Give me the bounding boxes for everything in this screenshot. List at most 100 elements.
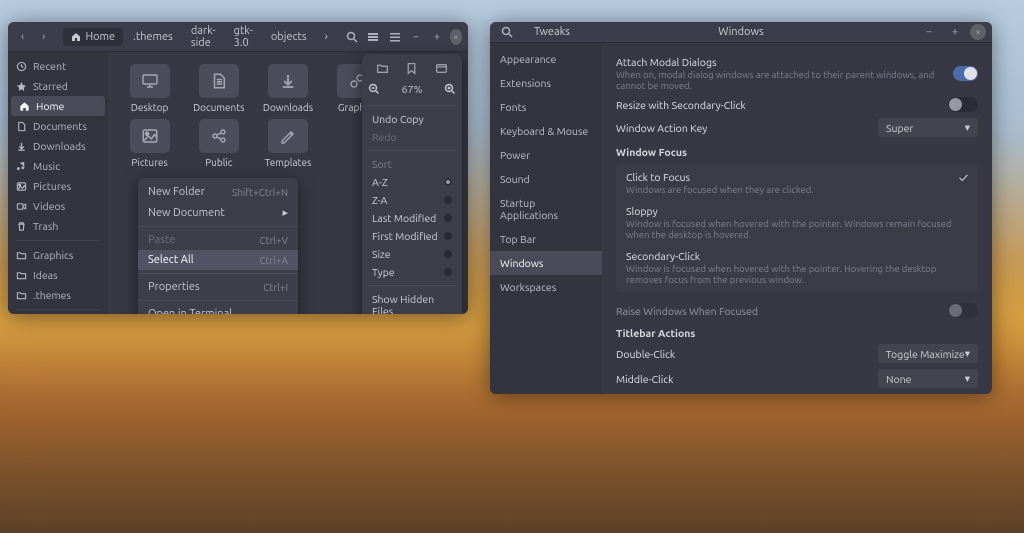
menu-shortcut: Shift+Ctrl+N [232, 187, 288, 198]
sidebar-item-downloads[interactable]: Downloads [8, 136, 108, 156]
radio-icon [444, 178, 452, 186]
double-click-label: Double-Click [616, 348, 675, 360]
tweaks-sidebar-workspaces[interactable]: Workspaces [490, 275, 602, 299]
sidebar-item-home[interactable]: Home [11, 96, 105, 116]
tweaks-sidebar-appearance[interactable]: Appearance [490, 47, 602, 71]
sort-a-z[interactable]: A-Z [368, 173, 456, 191]
sidebar-item-label: Documents [33, 120, 87, 132]
menu-open-in-terminal[interactable]: Open in Terminal [138, 304, 298, 314]
breadcrumb-segment[interactable]: objects [263, 28, 315, 46]
sort-z-a[interactable]: Z-A [368, 191, 456, 209]
sidebar-item-label: Downloads [33, 140, 86, 152]
sidebar-item-label: Pictures [33, 180, 71, 192]
tweaks-sidebar-top-bar[interactable]: Top Bar [490, 227, 602, 251]
search-icon[interactable] [496, 22, 518, 42]
tweaks-sidebar-sound[interactable]: Sound [490, 167, 602, 191]
sort-last-modified[interactable]: Last Modified [368, 209, 456, 227]
sidebar-item-pictures[interactable]: Pictures [8, 176, 108, 196]
radio-icon [444, 250, 452, 258]
breadcrumb: Home.themesdark-sidegtk-3.0objects› [63, 22, 335, 52]
folder-templates[interactable]: Templates [254, 119, 321, 168]
tweaks-sidebar-fonts[interactable]: Fonts [490, 95, 602, 119]
menu-new-document[interactable]: New Document▸ [138, 202, 298, 223]
sidebar-item-starred[interactable]: Starred [8, 76, 108, 96]
view-toggle-icon[interactable] [365, 27, 382, 47]
bookmark-icon[interactable] [405, 62, 418, 75]
tweaks-sidebar-windows[interactable]: Windows [490, 251, 602, 275]
folder-public[interactable]: Public [185, 119, 252, 168]
sort-size[interactable]: Size [368, 245, 456, 263]
template-icon [268, 119, 308, 153]
double-click-combo[interactable]: Toggle Maximize▾ [878, 344, 978, 363]
forward-button[interactable]: › [35, 27, 52, 47]
tweaks-sidebar-keyboard-mouse[interactable]: Keyboard & Mouse [490, 119, 602, 143]
focus-option-sloppy[interactable]: SloppyWindow is focused when hovered wit… [616, 200, 978, 245]
maximize-button[interactable]: + [428, 27, 445, 47]
menu-shortcut: Ctrl+V [260, 235, 288, 246]
undo-item[interactable]: Undo Copy [368, 110, 456, 128]
zoom-out-icon[interactable] [368, 83, 380, 95]
sort-heading: Sort [368, 155, 456, 173]
raise-windows-toggle[interactable] [948, 303, 978, 318]
chevron-down-icon: ▾ [965, 347, 970, 360]
tweaks-sidebar-extensions[interactable]: Extensions [490, 71, 602, 95]
focus-desc: Window is focused when hovered with the … [626, 218, 968, 240]
new-tab-icon[interactable] [435, 62, 448, 75]
breadcrumb-segment[interactable]: Home [63, 28, 123, 46]
folder-downloads[interactable]: Downloads [254, 64, 321, 113]
folder-label: Templates [265, 157, 312, 168]
close-button[interactable]: × [450, 29, 462, 45]
down-icon [268, 64, 308, 98]
sidebar-item-music[interactable]: Music [8, 156, 108, 176]
maximize-button[interactable]: + [944, 22, 966, 42]
middle-click-combo[interactable]: None▾ [878, 369, 978, 388]
sidebar-item-label: Videos [33, 200, 65, 212]
attach-modal-toggle[interactable] [953, 66, 978, 81]
sidebar-item-graphics[interactable]: Graphics [8, 245, 108, 265]
folder-label: Public [205, 157, 232, 168]
breadcrumb-segment[interactable]: .themes [125, 28, 181, 46]
doc-icon [199, 64, 239, 98]
menu-new-folder[interactable]: New FolderShift+Ctrl+N [138, 182, 298, 202]
zoom-in-icon[interactable] [444, 83, 456, 95]
files-window: ‹ › Home.themesdark-sidegtk-3.0objects› … [8, 22, 468, 314]
sidebar-item-trash[interactable]: Trash [8, 216, 108, 236]
breadcrumb-segment[interactable]: dark-side [183, 22, 224, 52]
attach-modal-title: Attach Modal Dialogs [616, 56, 953, 68]
sidebar-item--themes[interactable]: .themes [8, 285, 108, 305]
search-icon[interactable] [344, 27, 361, 47]
window-action-key-combo[interactable]: Super ▾ [878, 118, 978, 137]
star-icon [16, 81, 27, 92]
tweaks-sidebar-startup-applications[interactable]: Startup Applications [490, 191, 602, 227]
sidebar-item-label: Recent [33, 60, 66, 72]
sidebar-item-recent[interactable]: Recent [8, 56, 108, 76]
menu-properties[interactable]: PropertiesCtrl+I [138, 277, 298, 297]
tweaks-sidebar-power[interactable]: Power [490, 143, 602, 167]
folder-desktop[interactable]: Desktop [116, 64, 183, 113]
focus-option-secondary-click[interactable]: Secondary-ClickWindow is focused when ho… [616, 245, 978, 290]
resize-secondary-toggle[interactable] [948, 97, 978, 112]
sort-first-modified[interactable]: First Modified [368, 227, 456, 245]
hamburger-menu-icon[interactable] [386, 27, 403, 47]
minimize-button[interactable]: − [407, 27, 424, 47]
breadcrumb-segment[interactable]: gtk-3.0 [226, 22, 261, 52]
hidden-item[interactable]: Show Hidden Files [368, 290, 456, 314]
folder-pictures[interactable]: Pictures [116, 119, 183, 168]
middle-click-label: Middle-Click [616, 373, 674, 385]
sidebar-item-ideas[interactable]: Ideas [8, 265, 108, 285]
redo-item[interactable]: Redo [368, 128, 456, 146]
minimize-button[interactable]: − [918, 22, 940, 42]
sort-type[interactable]: Type [368, 263, 456, 281]
back-button[interactable]: ‹ [14, 27, 31, 47]
new-folder-icon[interactable] [376, 62, 389, 75]
window-action-key-value: Super [886, 122, 913, 134]
sidebar-item-label: Music [33, 160, 60, 172]
check-icon: ✓ [959, 171, 968, 185]
folder-documents[interactable]: Documents [185, 64, 252, 113]
focus-option-click-to-focus[interactable]: Click to FocusWindows are focused when t… [616, 166, 978, 200]
sidebar-item-videos[interactable]: Videos [8, 196, 108, 216]
radio-icon [444, 232, 452, 240]
sidebar-item-documents[interactable]: Documents [8, 116, 108, 136]
close-button[interactable]: × [970, 24, 986, 40]
menu-select-all[interactable]: Select AllCtrl+A [138, 250, 298, 270]
